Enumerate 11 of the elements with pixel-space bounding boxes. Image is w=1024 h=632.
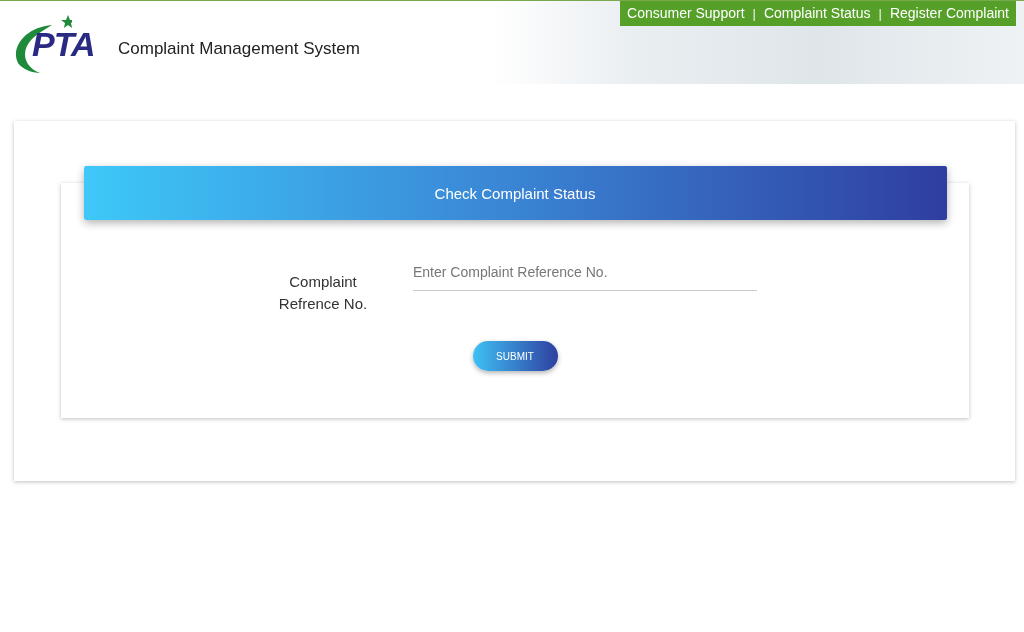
submit-button[interactable]: SUBMIT: [472, 341, 558, 371]
nav-separator: |: [751, 5, 757, 21]
form-heading: Check Complaint Status: [83, 166, 947, 220]
field-label: Complaint Refrence No.: [277, 272, 369, 314]
nav-link[interactable]: Consumer Support: [627, 5, 745, 21]
nav-link[interactable]: Register Complaint: [889, 5, 1009, 21]
reference-input-field[interactable]: Enter Complaint Reference No.: [413, 258, 757, 291]
logo-text: PTA: [32, 25, 95, 64]
site-title: Complaint Management System: [118, 38, 360, 59]
nav-separator: |: [877, 5, 883, 21]
nav-link[interactable]: Complaint Status: [763, 5, 871, 21]
